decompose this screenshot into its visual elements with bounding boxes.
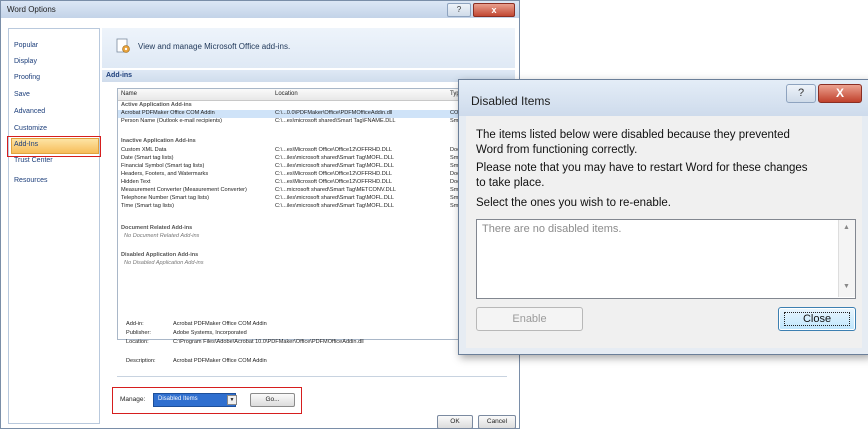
row-name: Acrobat PDFMaker Office COM Addin (121, 110, 215, 116)
close-button[interactable]: x (473, 3, 515, 17)
group-document-empty: No Document Related Add-ins (124, 233, 200, 239)
empty-list-text: There are no disabled items. (482, 223, 622, 235)
row-location: C:\...es\Microsoft Office\Office12\OFFRH… (275, 171, 392, 177)
addins-section-title: Add-ins (106, 72, 133, 79)
nav-item-save[interactable]: Save (14, 91, 30, 98)
table-row[interactable]: Hidden Text C:\...es\Microsoft Office\Of… (118, 179, 498, 187)
detail-addin-label: Add-in: (126, 321, 144, 327)
disabled-items-body: The items listed below were disabled bec… (466, 116, 862, 348)
disabled-items-titlebar: Disabled Items ? X (459, 80, 868, 116)
table-row[interactable]: Date (Smart tag lists) C:\...iles\micros… (118, 155, 498, 163)
enable-button[interactable]: Enable (476, 307, 583, 331)
nav-item-display[interactable]: Display (14, 58, 37, 65)
options-nav: Popular Display Proofing Save Advanced C… (7, 28, 101, 424)
detail-addin-value: Acrobat PDFMaker Office COM Addin (173, 321, 267, 327)
message-line: to take place. (476, 177, 545, 189)
message-line: Please note that you may have to restart… (476, 162, 808, 174)
nav-item-resources[interactable]: Resources (14, 177, 47, 184)
nav-item-trust-center[interactable]: Trust Center (14, 157, 53, 164)
options-content: View and manage Microsoft Office add-ins… (102, 28, 517, 429)
row-location: C:\...iles\microsoft shared\Smart Tag\MO… (275, 203, 394, 209)
table-row[interactable]: Headers, Footers, and Watermarks C:\...e… (118, 171, 498, 179)
detail-publisher-value: Adobe Systems, Incorporated (173, 330, 247, 336)
row-name: Person Name (Outlook e-mail recipients) (121, 118, 223, 124)
row-name: Time (Smart tag lists) (121, 203, 174, 209)
row-location: C:\...iles\microsoft shared\Smart Tag\MO… (275, 155, 394, 161)
row-location: C:\...es\microsoft shared\Smart Tag\FNAM… (275, 118, 396, 124)
manage-label: Manage: (120, 396, 146, 403)
table-row[interactable]: Acrobat PDFMaker Office COM Addin C:\...… (118, 110, 498, 118)
nav-item-add-ins[interactable]: Add-Ins (14, 141, 38, 148)
manage-annotation-box: Manage: Disabled Items ▼ Go... (112, 387, 302, 414)
scroll-up-icon[interactable]: ▲ (843, 224, 850, 231)
addins-gear-icon (116, 38, 130, 53)
cancel-button[interactable]: Cancel (478, 415, 516, 429)
header-band: View and manage Microsoft Office add-ins… (102, 28, 515, 68)
table-row[interactable]: Time (Smart tag lists) C:\...iles\micros… (118, 203, 498, 211)
close-button[interactable]: X (818, 84, 862, 103)
group-document: Document Related Add-ins (121, 225, 193, 231)
help-button[interactable]: ? (786, 84, 816, 103)
row-name: Telephone Number (Smart tag lists) (121, 195, 209, 201)
addins-section-band: Add-ins (102, 70, 515, 82)
close-dialog-button[interactable]: Close (778, 307, 856, 331)
divider (117, 376, 507, 377)
disabled-items-list[interactable]: There are no disabled items. ▲ ▼ (476, 219, 856, 299)
instruction-line: Select the ones you wish to re-enable. (476, 197, 671, 209)
go-button[interactable]: Go... (250, 393, 295, 407)
detail-location-value: C:\Program Files\Adobe\Acrobat 10.0\PDFM… (173, 339, 364, 345)
disabled-items-title: Disabled Items (471, 94, 551, 108)
group-disabled-empty: No Disabled Application Add-ins (124, 260, 204, 266)
list-scrollbar[interactable]: ▲ ▼ (838, 220, 855, 297)
table-row[interactable]: Person Name (Outlook e-mail recipients) … (118, 118, 498, 126)
table-row[interactable]: Custom XML Data C:\...es\Microsoft Offic… (118, 147, 498, 155)
word-options-titlebar: Word Options ? x (1, 1, 519, 18)
row-name: Measurement Converter (Measurement Conve… (121, 187, 247, 193)
group-disabled: Disabled Application Add-ins (121, 252, 199, 258)
word-options-window: Word Options ? x Popular Display Proofin… (0, 0, 520, 429)
scroll-down-icon[interactable]: ▼ (843, 283, 850, 290)
ok-button[interactable]: OK (437, 415, 473, 429)
row-name: Hidden Text (121, 179, 151, 185)
nav-item-popular[interactable]: Popular (14, 42, 38, 49)
row-name: Custom XML Data (121, 147, 167, 153)
table-row[interactable]: Measurement Converter (Measurement Conve… (118, 187, 498, 195)
row-location: C:\...0.0\PDFMaker\Office\PDFMOfficeAddi… (275, 110, 393, 116)
message-line: Word from functioning correctly. (476, 144, 638, 156)
detail-location-label: Location: (126, 339, 149, 345)
table-row[interactable]: Telephone Number (Smart tag lists) C:\..… (118, 195, 498, 203)
manage-select[interactable]: Disabled Items ▼ (153, 393, 237, 407)
help-button[interactable]: ? (447, 3, 471, 17)
manage-select-value: Disabled Items (158, 396, 198, 402)
detail-description-value: Acrobat PDFMaker Office COM Addin (173, 358, 267, 364)
table-row[interactable]: Financial Symbol (Smart tag lists) C:\..… (118, 163, 498, 171)
row-location: C:\...microsoft shared\Smart Tag\METCONV… (275, 187, 396, 193)
nav-item-proofing[interactable]: Proofing (14, 74, 40, 81)
focus-rectangle (784, 312, 850, 326)
disabled-items-dialog: Disabled Items ? X The items listed belo… (458, 79, 868, 355)
chevron-down-icon[interactable]: ▼ (227, 395, 237, 405)
row-name: Date (Smart tag lists) (121, 155, 174, 161)
addins-table: Name Location Type Active Application Ad… (117, 88, 499, 340)
detail-description-label: Description: (126, 358, 156, 364)
table-header: Name Location Type (118, 89, 498, 101)
row-name: Financial Symbol (Smart tag lists) (121, 163, 205, 169)
detail-publisher-label: Publisher: (126, 330, 151, 336)
row-location: C:\...iles\microsoft shared\Smart Tag\MO… (275, 195, 394, 201)
header-text: View and manage Microsoft Office add-ins… (138, 42, 291, 51)
group-inactive: Inactive Application Add-ins (121, 138, 196, 144)
row-location: C:\...iles\microsoft shared\Smart Tag\MO… (275, 163, 394, 169)
word-options-title: Word Options (7, 5, 56, 14)
nav-item-advanced[interactable]: Advanced (14, 108, 45, 115)
row-location: C:\...es\Microsoft Office\Office12\OFFRH… (275, 179, 392, 185)
column-location[interactable]: Location (275, 91, 298, 97)
group-active: Active Application Add-ins (121, 102, 192, 108)
message-line: The items listed below were disabled bec… (476, 129, 790, 141)
column-name[interactable]: Name (121, 91, 137, 97)
row-location: C:\...es\Microsoft Office\Office12\OFFRH… (275, 147, 392, 153)
nav-item-customize[interactable]: Customize (14, 125, 47, 132)
row-name: Headers, Footers, and Watermarks (121, 171, 209, 177)
